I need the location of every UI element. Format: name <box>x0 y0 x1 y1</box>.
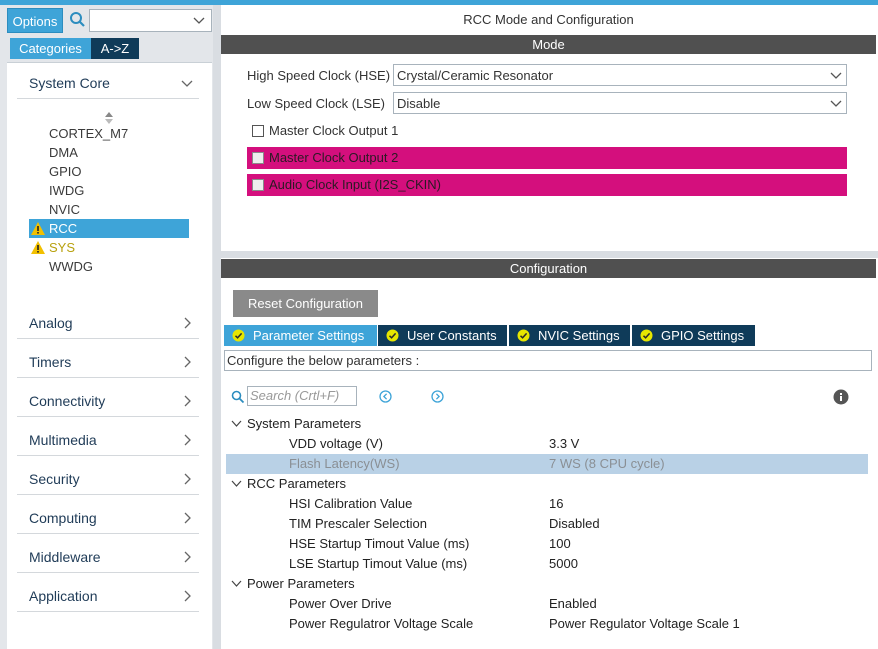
warning-icon <box>31 222 45 235</box>
configuration-section-header: Configuration <box>221 259 876 278</box>
chevron-right-icon <box>184 434 191 446</box>
system-core-item-rcc[interactable]: RCC <box>29 219 189 238</box>
page-title: RCC Mode and Configuration <box>463 12 634 27</box>
tab-nvic-settings[interactable]: NVIC Settings <box>509 325 630 346</box>
chevron-right-icon <box>184 395 191 407</box>
warning-icon <box>31 241 45 254</box>
check-circle-icon <box>517 329 530 342</box>
category-middleware[interactable]: Middleware <box>17 537 199 573</box>
group-rcc-parameters[interactable]: RCC Parameters <box>231 474 831 494</box>
hse-select[interactable]: Crystal/Ceramic Resonator <box>393 64 847 86</box>
category-label: Multimedia <box>29 432 97 448</box>
mode-section-header: Mode <box>221 35 876 54</box>
category-system-core[interactable]: System Core <box>17 63 199 99</box>
chevron-right-icon <box>184 512 191 524</box>
param-row-hsi-calibration[interactable]: HSI Calibration Value 16 <box>226 494 868 514</box>
category-label: Middleware <box>29 549 101 565</box>
chevron-right-icon <box>184 551 191 563</box>
category-analog[interactable]: Analog <box>17 303 199 339</box>
chevron-down-icon <box>830 72 842 79</box>
tab-user-constants[interactable]: User Constants <box>378 325 507 346</box>
category-multimedia[interactable]: Multimedia <box>17 420 199 456</box>
category-label: Application <box>29 588 98 604</box>
sort-icon[interactable] <box>105 112 113 124</box>
next-result-icon[interactable] <box>431 390 444 403</box>
param-row-tim-prescaler[interactable]: TIM Prescaler Selection Disabled <box>226 514 868 534</box>
system-core-item-iwdg[interactable]: IWDG <box>29 181 189 200</box>
chevron-right-icon <box>184 473 191 485</box>
category-label: Connectivity <box>29 393 106 409</box>
tab-gpio-settings[interactable]: GPIO Settings <box>632 325 755 346</box>
chevron-right-icon <box>184 317 191 329</box>
checkbox[interactable] <box>252 125 264 137</box>
check-circle-icon <box>640 329 653 342</box>
category-connectivity[interactable]: Connectivity <box>17 381 199 417</box>
system-core-item-nvic[interactable]: NVIC <box>29 200 189 219</box>
options-button[interactable]: Options <box>7 8 63 33</box>
panel-splitter[interactable] <box>213 5 221 649</box>
left-panel: Options Categories A->Z System Core CORT… <box>0 5 214 649</box>
param-row-flash-latency[interactable]: Flash Latency(WS) 7 WS (8 CPU cycle) <box>226 454 868 474</box>
param-row-lse-startup[interactable]: LSE Startup Timout Value (ms) 5000 <box>226 554 868 574</box>
chevron-down-icon <box>181 80 193 87</box>
category-label: Security <box>29 471 80 487</box>
chevron-down-icon <box>193 17 205 24</box>
chevron-down-icon <box>231 480 242 487</box>
audio-clock-input-checkbox: Audio Clock Input (I2S_CKIN) <box>247 174 847 196</box>
tab-parameter-settings[interactable]: Parameter Settings <box>224 325 377 346</box>
category-label: Computing <box>29 510 97 526</box>
parameter-search-input[interactable]: Search (Crtl+F) <box>247 386 357 406</box>
chevron-right-icon <box>184 356 191 368</box>
master-clock-output-1-checkbox[interactable]: Master Clock Output 1 <box>247 120 847 142</box>
param-row-power-over-drive[interactable]: Power Over Drive Enabled <box>226 594 868 614</box>
chevron-down-icon <box>231 580 242 587</box>
search-icon[interactable] <box>68 9 88 31</box>
category-panel: System Core CORTEX_M7 DMA GPIO IWDG NVIC… <box>7 62 212 649</box>
check-circle-icon <box>386 329 399 342</box>
param-row-vdd-voltage[interactable]: VDD voltage (V) 3.3 V <box>226 434 868 454</box>
section-divider[interactable] <box>221 251 878 258</box>
previous-result-icon[interactable] <box>379 390 392 403</box>
category-computing[interactable]: Computing <box>17 498 199 534</box>
param-row-hse-startup[interactable]: HSE Startup Timout Value (ms) 100 <box>226 534 868 554</box>
chevron-right-icon <box>184 590 191 602</box>
category-label: Timers <box>29 354 72 370</box>
lse-value: Disable <box>397 96 441 111</box>
category-label: System Core <box>29 75 110 91</box>
search-icon <box>231 390 245 404</box>
category-security[interactable]: Security <box>17 459 199 495</box>
rcc-config-panel: RCC Mode and Configuration Mode High Spe… <box>221 5 878 649</box>
checkbox <box>252 179 264 191</box>
tab-categories[interactable]: Categories <box>10 38 91 59</box>
lse-select[interactable]: Disable <box>393 92 847 114</box>
category-label: Analog <box>29 315 73 331</box>
system-core-item-dma[interactable]: DMA <box>29 143 189 162</box>
system-core-item-cortex-m7[interactable]: CORTEX_M7 <box>29 124 189 143</box>
tab-a-z[interactable]: A->Z <box>91 38 139 59</box>
category-application[interactable]: Application <box>17 576 199 612</box>
system-core-item-wwdg[interactable]: WWDG <box>29 257 189 276</box>
chevron-down-icon <box>231 420 242 427</box>
category-timers[interactable]: Timers <box>17 342 199 378</box>
configure-hint: Configure the below parameters : <box>224 350 872 371</box>
hse-label: High Speed Clock (HSE) <box>247 68 391 83</box>
info-icon[interactable] <box>833 389 849 405</box>
checkbox <box>252 152 264 164</box>
param-row-power-regulator-scale[interactable]: Power Regulatror Voltage Scale Power Reg… <box>226 614 868 634</box>
master-clock-output-2-checkbox: Master Clock Output 2 <box>247 147 847 169</box>
system-core-item-gpio[interactable]: GPIO <box>29 162 189 181</box>
reset-configuration-button[interactable]: Reset Configuration <box>233 290 378 317</box>
search-dropdown[interactable] <box>89 9 212 32</box>
check-circle-icon <box>232 329 245 342</box>
group-system-parameters[interactable]: System Parameters <box>231 414 831 434</box>
system-core-item-sys[interactable]: SYS <box>29 238 189 257</box>
group-power-parameters[interactable]: Power Parameters <box>231 574 831 594</box>
hse-value: Crystal/Ceramic Resonator <box>397 68 554 83</box>
chevron-down-icon <box>830 100 842 107</box>
lse-label: Low Speed Clock (LSE) <box>247 96 386 111</box>
